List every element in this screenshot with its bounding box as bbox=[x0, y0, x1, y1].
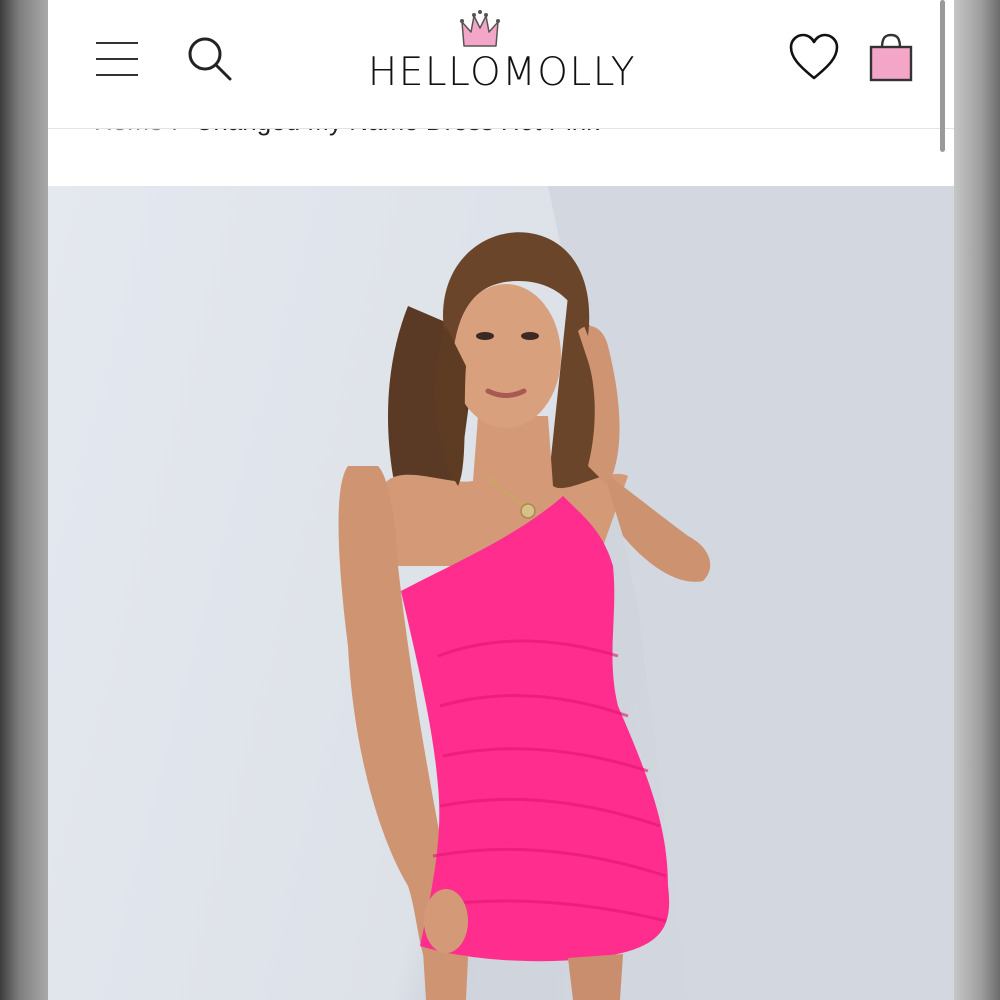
product-image[interactable] bbox=[48, 186, 954, 1000]
wishlist-button[interactable] bbox=[788, 32, 840, 84]
heart-icon bbox=[789, 33, 839, 80]
scrollbar[interactable] bbox=[940, 0, 945, 152]
hamburger-menu-icon bbox=[96, 42, 138, 44]
brand-logo[interactable]: HELLOMOLLY bbox=[360, 8, 644, 118]
cart-button[interactable] bbox=[868, 32, 914, 84]
menu-button[interactable] bbox=[96, 40, 140, 80]
search-button[interactable] bbox=[184, 34, 234, 84]
model-illustration bbox=[338, 186, 954, 1000]
search-icon bbox=[188, 37, 232, 81]
shopping-bag-icon bbox=[869, 33, 913, 82]
phone-frame-left bbox=[0, 0, 48, 1000]
site-header: HELLOMOLLY bbox=[48, 0, 954, 129]
brand-name: HELLOMOLLY bbox=[367, 50, 637, 95]
phone-frame-right bbox=[954, 0, 1000, 1000]
product-page: HELLOMOLLY Home/Changed My Name Dress Ho… bbox=[48, 0, 954, 1000]
crown-icon bbox=[460, 10, 500, 47]
